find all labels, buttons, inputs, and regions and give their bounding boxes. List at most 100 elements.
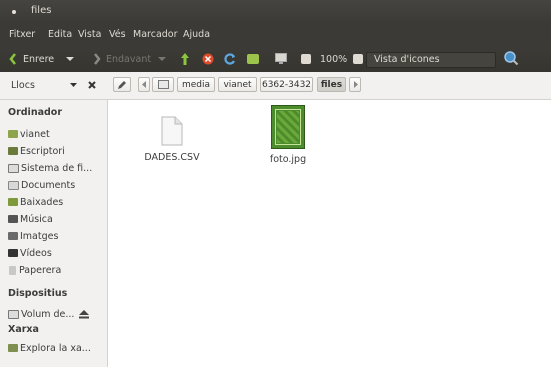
sidebar-item-label: Vídeos [20,247,52,259]
desktop-folder-icon [8,147,18,155]
search-button[interactable] [503,50,519,66]
forward-label: Endavant [106,53,152,65]
music-folder-icon [8,215,18,223]
document-icon [161,116,183,146]
path-segment-files[interactable]: files [317,77,346,92]
menu-edita[interactable]: Edita [48,29,72,40]
sidebar-item-label: Música [20,213,53,225]
title-bar: files [0,0,551,24]
forward-arrow-icon [94,53,101,65]
pencil-icon [118,80,126,89]
stop-icon [202,53,214,65]
menu-ves[interactable]: Vés [109,29,126,40]
image-thumbnail [271,105,305,149]
sidebar-item-explora[interactable]: Explora la xa... [8,341,91,355]
drive-icon [8,309,19,319]
file-view[interactable]: DADES.CSV foto.jpg [108,100,551,367]
path-scroll-right[interactable] [349,77,361,92]
location-label: Llocs [11,80,35,91]
sidebar-item-label: Explora la xa... [20,342,91,354]
zoom-out-icon [301,54,311,64]
file-name: DADES.CSV [144,152,200,163]
videos-folder-icon [8,249,18,257]
up-arrow-icon [181,53,189,65]
edit-location-button[interactable] [113,77,131,92]
reload-button[interactable] [224,51,236,67]
downloads-folder-icon [8,198,18,206]
trash-icon [9,265,16,275]
forward-button[interactable]: Endavant [93,51,167,67]
sidebar-item-label: Escriptori [20,145,65,157]
chevron-right-icon [353,81,358,88]
zoom-out-button[interactable] [301,51,311,67]
documents-folder-icon [8,180,19,190]
zoom-in-icon [353,54,363,64]
sidebar-item-label: Imatges [20,230,59,242]
sidebar-item-label: Documents [21,179,76,191]
file-item-foto[interactable]: foto.jpg [258,105,318,165]
drive-icon [8,163,19,173]
sidebar-item-paperera[interactable]: Paperera [8,263,61,277]
sidebar-item-label: Paperera [19,264,62,276]
chevron-left-icon [141,81,146,88]
search-icon [504,51,519,66]
sidebar-item-escriptori[interactable]: Escriptori [8,144,65,158]
chevron-down-icon[interactable] [70,83,77,88]
close-sidebar-icon[interactable] [88,81,96,89]
path-scroll-left[interactable] [138,77,150,92]
zoom-in-button[interactable] [353,51,363,67]
sidebar-header-dispositius: Dispositius [8,288,68,299]
sidebar-item-volum[interactable]: Volum de... [8,307,90,321]
network-icon [8,344,18,352]
sidebar-item-label: Volum de... [21,308,75,320]
back-arrow-icon [9,53,16,65]
toolbar: Enrere Endavant 100% Vista d'icones [0,46,551,73]
computer-button[interactable] [275,51,287,67]
menu-fitxer[interactable]: Fitxer [9,29,35,40]
path-segment-6362-3432[interactable]: 6362-3432 [260,77,313,92]
sidebar: Ordinador vianet Escriptori Sistema de f… [0,100,108,367]
sidebar-item-musica[interactable]: Música [8,212,53,226]
sidebar-header-xarxa: Xarxa [8,324,39,335]
chevron-down-icon[interactable] [66,56,75,62]
sidebar-item-label: Sistema de fi... [21,162,93,174]
sidebar-item-label: vianet [20,128,50,140]
sidebar-item-videos[interactable]: Vídeos [8,246,52,260]
path-segment-media[interactable]: media [177,77,215,92]
location-selector[interactable]: Llocs [0,72,108,100]
home-folder-icon [247,54,259,64]
back-label: Enrere [23,53,55,65]
menu-ajuda[interactable]: Ajuda [183,29,210,40]
computer-icon [275,53,287,64]
sidebar-item-documents[interactable]: Documents [8,178,75,192]
view-mode-select[interactable]: Vista d'icones [366,52,496,68]
up-button[interactable] [180,51,190,67]
reload-icon [224,53,235,65]
sidebar-item-imatges[interactable]: Imatges [8,229,58,243]
pictures-folder-icon [8,232,18,240]
zoom-level: 100% [320,53,348,65]
window-close-icon[interactable] [12,10,16,14]
back-button[interactable]: Enrere [9,51,75,67]
menu-bar: Fitxer Edita Vista Vés Marcador Ajuda [0,24,551,46]
window-title: files [31,5,52,16]
chevron-down-icon[interactable] [158,56,167,62]
menu-vista[interactable]: Vista [78,29,101,40]
path-segment-vianet[interactable]: vianet [218,77,257,92]
sidebar-header-ordinador: Ordinador [8,107,63,118]
sidebar-item-baixades[interactable]: Baixades [8,195,63,209]
menu-marcador[interactable]: Marcador [133,29,178,40]
path-bar: media vianet 6362-3432 files [108,72,551,100]
view-mode-value: Vista d'icones [374,54,440,65]
eject-icon[interactable] [79,309,90,319]
path-root-button[interactable] [152,77,174,92]
file-item-dades[interactable]: DADES.CSV [134,116,210,163]
sidebar-item-label: Baixades [20,196,64,208]
sidebar-item-vianet[interactable]: vianet [8,127,50,141]
sidebar-item-sistema[interactable]: Sistema de fi... [8,161,92,175]
drive-icon [157,80,169,89]
home-folder-icon [8,130,18,138]
home-folder-button[interactable] [247,51,259,67]
stop-button[interactable] [202,51,214,67]
file-name: foto.jpg [269,154,307,165]
